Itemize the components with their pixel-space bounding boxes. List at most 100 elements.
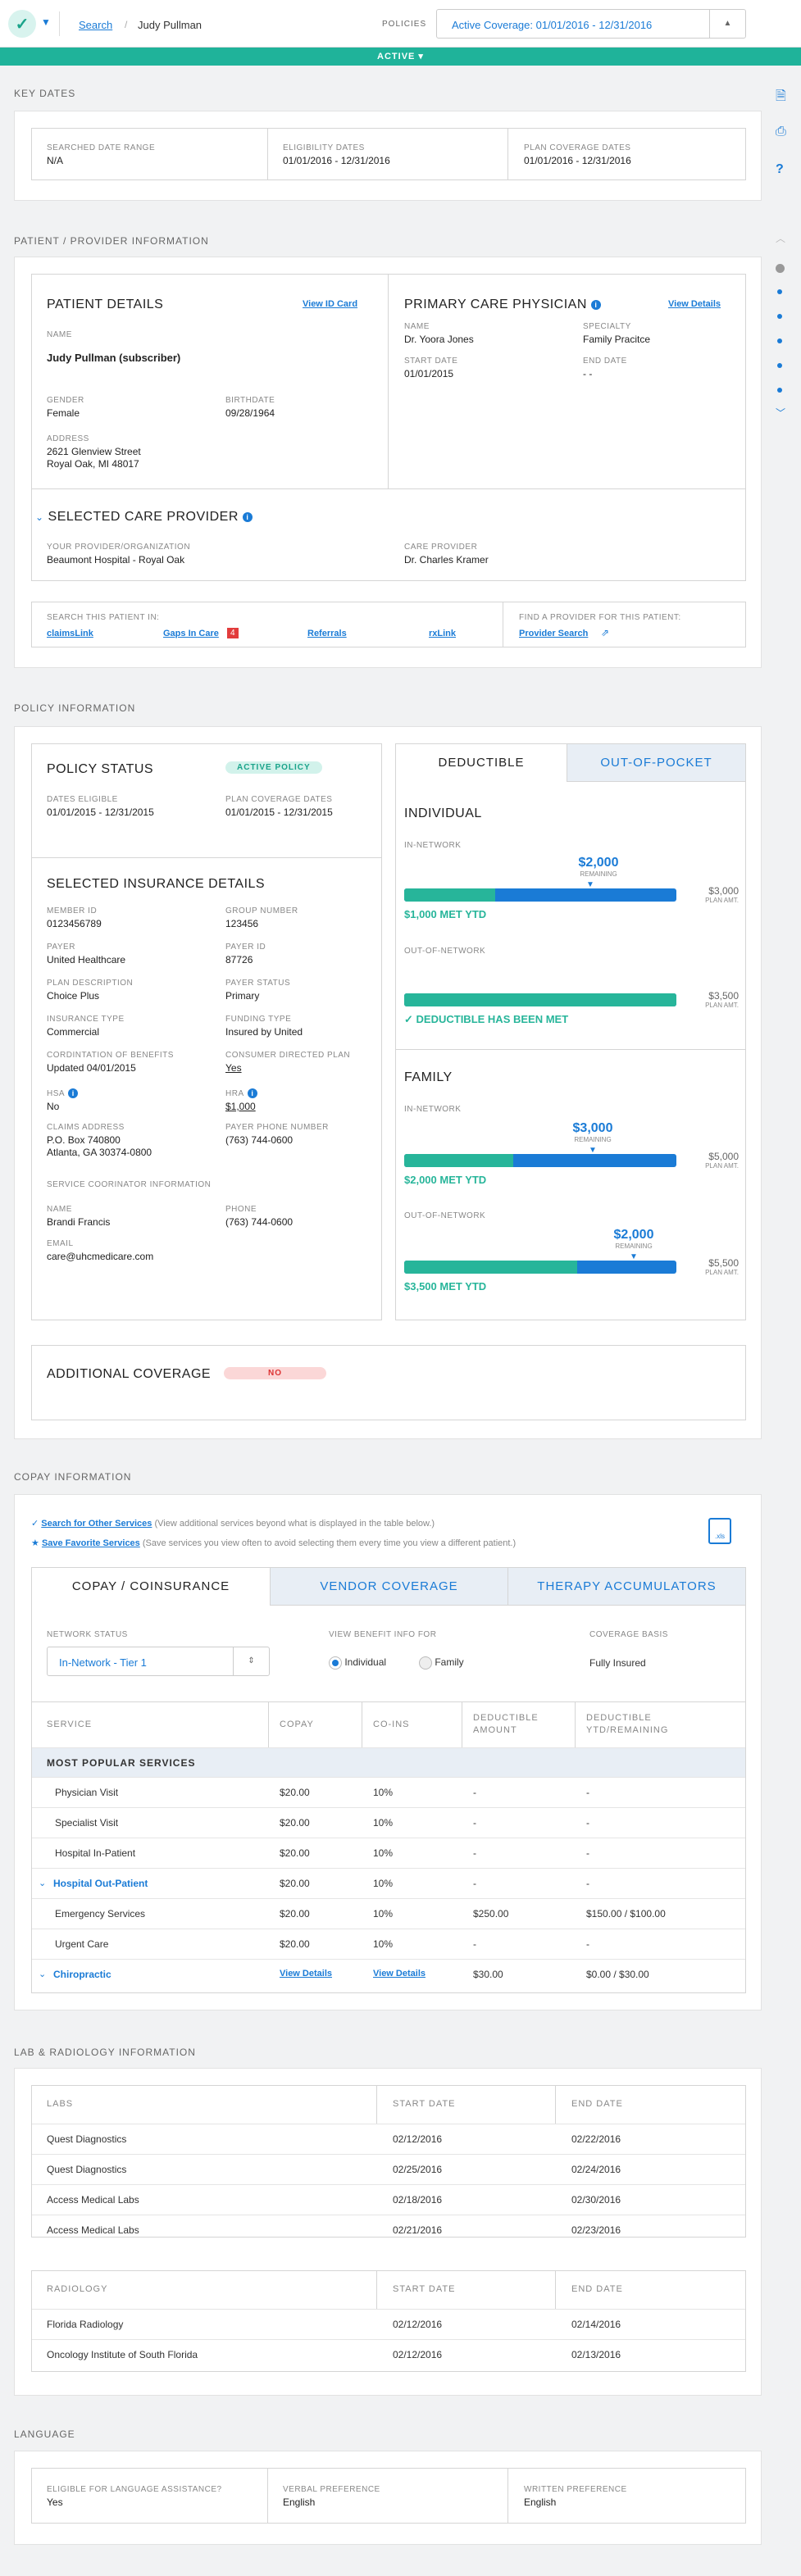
print-icon[interactable]: ⎙ xyxy=(776,125,786,139)
view-details-link[interactable]: View Details xyxy=(668,299,721,309)
info-icon[interactable]: i xyxy=(247,1088,257,1098)
column-header: START DATE xyxy=(393,2099,456,2109)
lab-start-date: 02/12/2016 xyxy=(393,2319,443,2330)
chevron-down-icon[interactable]: ⌄ xyxy=(39,1969,46,1979)
service-name[interactable]: Hospital Out-Patient xyxy=(53,1878,148,1889)
star-icon: ★ xyxy=(31,1538,39,1548)
nav-dot[interactable] xyxy=(777,314,782,319)
gaps-badge: 4 xyxy=(227,628,239,638)
radio-individual[interactable] xyxy=(329,1656,342,1670)
policy-select[interactable]: Active Coverage: 01/01/2016 - 12/31/2016… xyxy=(436,9,746,39)
chevron-down-icon[interactable]: ⌄ xyxy=(39,1878,46,1888)
active-status-bar[interactable]: ACTIVE ▾ xyxy=(0,48,801,66)
lab-name: Access Medical Labs xyxy=(47,2194,139,2206)
column-header: DEDUCTIBLE YTD/REMAINING xyxy=(586,1713,669,1735)
insurance-field-value[interactable]: $1,000 xyxy=(225,1101,257,1112)
info-icon[interactable]: i xyxy=(242,511,253,522)
table-row: Oncology Institute of South Florida 02/12… xyxy=(32,2339,745,2369)
chevron-down-icon[interactable]: ⌄ xyxy=(35,511,44,523)
language-card: ELIGIBLE FOR LANGUAGE ASSISTANCE? Yes VER… xyxy=(14,2451,762,2545)
remaining-label: REMAINING xyxy=(574,1136,612,1143)
divider xyxy=(268,1701,269,1747)
cell-ded: $30.00 xyxy=(473,1969,503,1980)
radiology-table: RADIOLOGY START DATE END DATE Florida Radio… xyxy=(31,2270,746,2372)
lab-card: LABS START DATE END DATE Quest Diagnostics 0… xyxy=(14,2068,762,2396)
section-title-policy: POLICY INFORMATION xyxy=(14,702,136,714)
key-date-value: 01/01/2016 - 12/31/2016 xyxy=(283,155,390,166)
referrals-link[interactable]: Referrals xyxy=(307,629,347,638)
nav-dot[interactable] xyxy=(777,338,782,343)
table-row: Quest Diagnostics 02/25/2016 02/24/2016 xyxy=(32,2154,745,2184)
tab-vendor-coverage[interactable]: VENDOR COVERAGE xyxy=(270,1568,507,1606)
nav-dot[interactable] xyxy=(777,289,782,294)
gaps-in-care-link[interactable]: Gaps In Care xyxy=(163,629,219,638)
patient-provider-card: PATIENT DETAILS View ID Card NAME Judy Pu… xyxy=(14,257,762,668)
cell-copay: $20.00 xyxy=(280,1908,310,1920)
group-label: MOST POPULAR SERVICES xyxy=(47,1757,196,1769)
insurance-field: PAYER STATUS Primary xyxy=(225,979,290,1002)
external-link-icon[interactable]: ⇗ xyxy=(601,627,609,638)
view-id-card-link[interactable]: View ID Card xyxy=(303,299,357,309)
service-name[interactable]: Chiropractic xyxy=(53,1969,112,1980)
policy-card: POLICY STATUS ACTIVE POLICY DATES ELIGIB… xyxy=(14,726,762,1439)
search-other-services-link[interactable]: Search for Other Services xyxy=(41,1519,152,1529)
breadcrumb-search-link[interactable]: Search xyxy=(79,19,112,31)
app-logo[interactable]: ✓ xyxy=(8,10,36,38)
section-title-copay: COPAY INFORMATION xyxy=(14,1471,132,1483)
cell-ded: - xyxy=(473,1787,476,1798)
claimslink-link[interactable]: claimsLink xyxy=(47,629,93,638)
insurance-field-label: GROUP NUMBER xyxy=(225,906,298,915)
network-status-select[interactable]: In-Network - Tier 1 ⇕ xyxy=(47,1647,270,1676)
table-header-row: RADIOLOGY START DATE END DATE xyxy=(32,2271,745,2309)
cell-coins[interactable]: View Details xyxy=(373,1969,426,1979)
lab-start-date: 02/12/2016 xyxy=(393,2349,443,2360)
chevron-down-icon[interactable]: ▼ xyxy=(41,16,51,28)
info-icon[interactable]: i xyxy=(68,1088,79,1098)
coverage-basis-label: COVERAGE BASIS xyxy=(589,1630,668,1639)
labs-table: LABS START DATE END DATE Quest Diagnostics 0… xyxy=(31,2085,746,2238)
info-icon[interactable]: i xyxy=(590,299,601,310)
dates-eligible-value: 01/01/2015 - 12/31/2015 xyxy=(47,806,154,818)
insurance-heading: SELECTED INSURANCE DETAILS xyxy=(47,877,266,891)
check-icon: ✓ xyxy=(31,1519,39,1529)
policy-status-heading: POLICY STATUS xyxy=(47,762,154,776)
end-date-value: - - xyxy=(583,368,593,379)
insurance-field-label: PLAN DESCRIPTION xyxy=(47,979,134,988)
tab-therapy-accumulators[interactable]: THERAPY ACCUMULATORS xyxy=(507,1568,745,1606)
table-row: Specialist Visit $20.00 10% - - xyxy=(32,1807,745,1838)
nav-dot[interactable] xyxy=(777,388,782,393)
xls-download-icon[interactable]: .xls xyxy=(708,1518,731,1544)
chevron-down-icon[interactable]: ﹀ xyxy=(776,406,785,420)
nav-dot-active[interactable] xyxy=(776,264,785,273)
cell-copay: $20.00 xyxy=(280,1817,310,1829)
lab-start-date: 02/21/2016 xyxy=(393,2224,443,2236)
lab-start-date: 02/25/2016 xyxy=(393,2164,443,2175)
cell-ytd: - xyxy=(586,1847,589,1859)
lab-name: Quest Diagnostics xyxy=(47,2164,127,2175)
cell-copay[interactable]: View Details xyxy=(280,1969,332,1979)
chevron-up-icon[interactable]: ︿ xyxy=(776,231,785,245)
policy-left-box: POLICY STATUS ACTIVE POLICY DATES ELIGIB… xyxy=(31,743,382,1320)
pcp-name: Dr. Yoora Jones xyxy=(404,334,474,345)
rxlink-link[interactable]: rxLink xyxy=(429,629,456,638)
cell-ytd: $150.00 / $100.00 xyxy=(586,1908,666,1920)
table-row: Emergency Services $20.00 10% $250.00 $150.0… xyxy=(32,1898,745,1929)
cell-ded: $250.00 xyxy=(473,1908,509,1920)
section-title-lab: LAB & RADIOLOGY INFORMATION xyxy=(14,2047,196,2058)
radio-family[interactable] xyxy=(419,1656,432,1670)
provider-search-link[interactable]: Provider Search xyxy=(519,629,588,638)
save-favorite-link[interactable]: Save Favorite Services xyxy=(42,1538,140,1548)
insurance-field-value[interactable]: Yes xyxy=(225,1062,350,1074)
table-row: Urgent Care $20.00 10% - - xyxy=(32,1929,745,1959)
help-icon[interactable]: ? xyxy=(776,162,784,177)
tab-deductible[interactable]: DEDUCTIBLE xyxy=(396,744,567,782)
language-value: English xyxy=(283,2496,316,2508)
tab-copay-coinsurance[interactable]: COPAY / COINSURANCE xyxy=(32,1568,270,1606)
service-name: Hospital In-Patient xyxy=(55,1847,136,1859)
remaining-amount: $2,000 xyxy=(613,1228,654,1242)
nav-dot[interactable] xyxy=(777,363,782,368)
tab-out-of-pocket[interactable]: OUT-OF-POCKET xyxy=(567,744,745,782)
insurance-field-value: (763) 744-0600 xyxy=(225,1134,294,1146)
document-icon[interactable]: 🗎 xyxy=(776,87,786,109)
coord-name: Brandi Francis xyxy=(47,1216,111,1228)
